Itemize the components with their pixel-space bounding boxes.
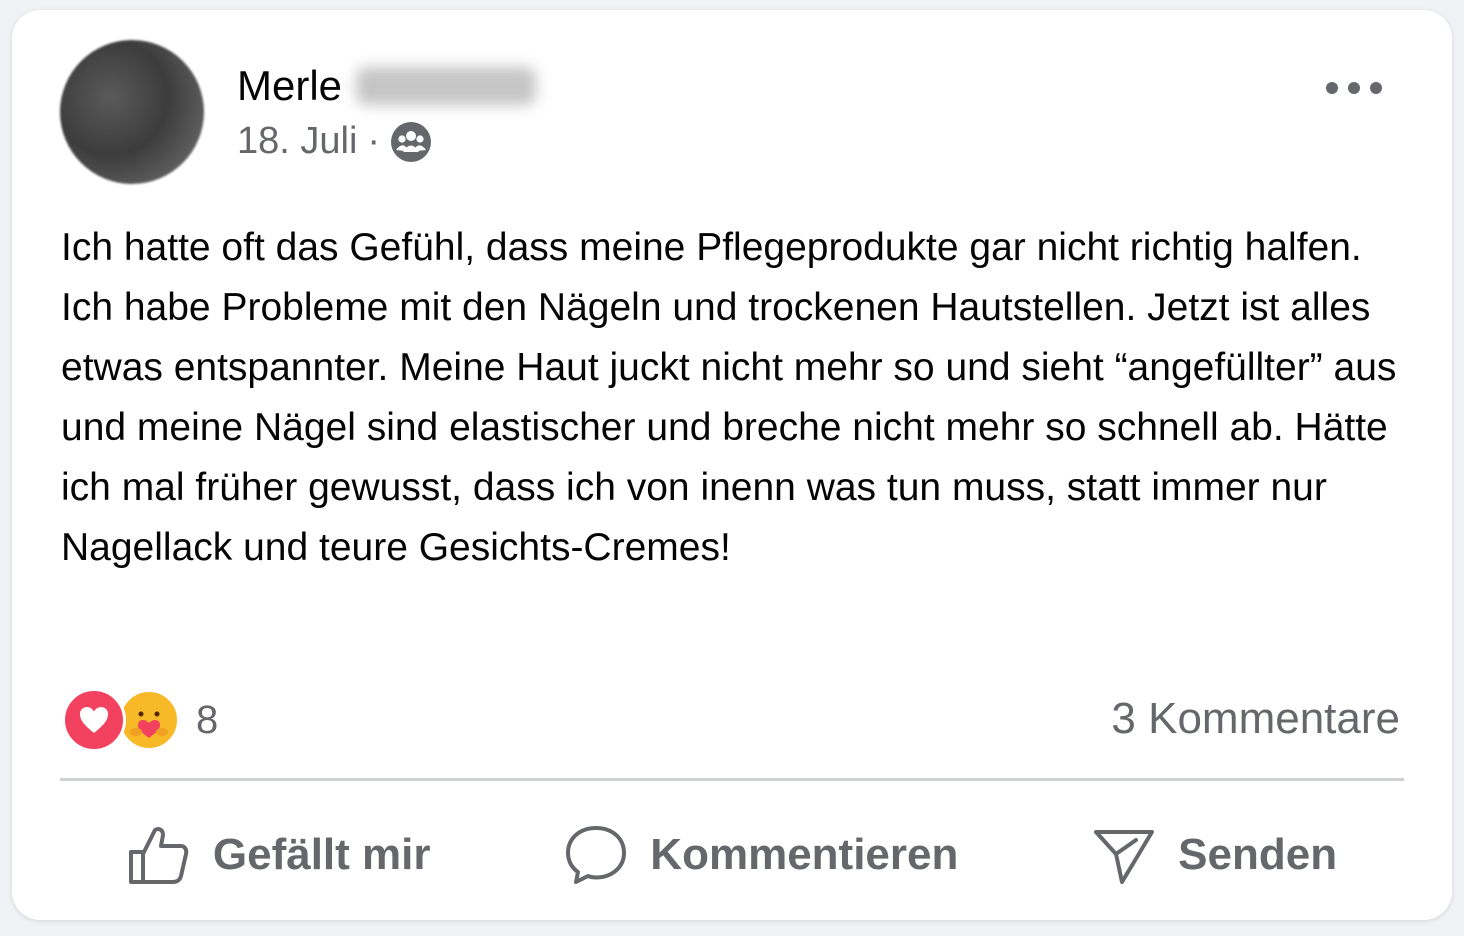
heart-icon <box>62 688 126 752</box>
post-date[interactable]: 18. Juli <box>237 120 357 163</box>
send-button[interactable]: Senden <box>1092 824 1337 886</box>
meta-separator: · <box>367 120 381 162</box>
author-last-name-blurred <box>356 67 537 105</box>
comment-bubble-icon <box>564 824 628 886</box>
post-meta: 18. Juli · <box>237 120 432 163</box>
send-icon <box>1092 824 1156 886</box>
like-button[interactable]: Gefällt mir <box>127 824 431 886</box>
post-card: Merle 18. Juli · Ich hatte oft das Gefüh… <box>12 10 1452 920</box>
author-avatar[interactable] <box>60 40 204 184</box>
reactions-summary[interactable]: 8 <box>62 688 218 752</box>
more-options-icon[interactable] <box>1326 70 1382 106</box>
comment-label: Kommentieren <box>650 830 959 879</box>
send-label: Senden <box>1178 830 1338 879</box>
care-icon <box>118 689 180 751</box>
group-icon[interactable] <box>390 121 432 163</box>
author-first-name[interactable]: Merle <box>237 62 342 110</box>
action-bar: Gefällt mir Kommentieren Senden <box>60 810 1404 900</box>
thumbs-up-icon <box>127 824 191 886</box>
author-name[interactable]: Merle <box>237 62 537 110</box>
reaction-count: 8 <box>196 697 219 742</box>
like-label: Gefällt mir <box>212 830 431 879</box>
comments-count-link[interactable]: 3 Kommentare <box>1111 694 1400 744</box>
post-text: Ich hatte oft das Gefühl, dass meine Pfl… <box>61 226 1397 569</box>
divider <box>60 778 1404 781</box>
comment-button[interactable]: Kommentieren <box>564 824 958 886</box>
